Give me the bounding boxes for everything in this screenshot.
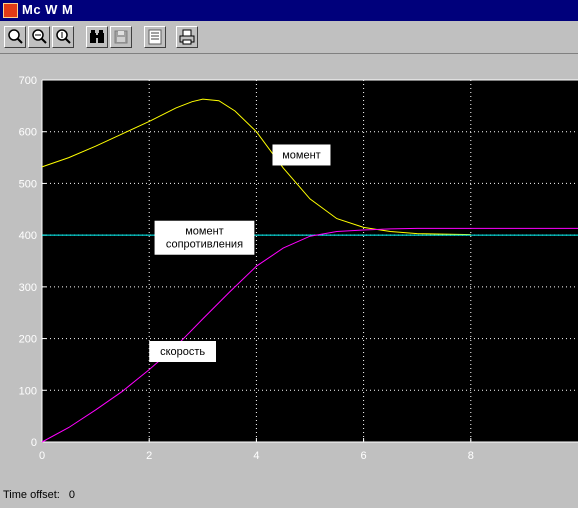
y-tick-label: 0 xyxy=(31,437,37,449)
toolbar xyxy=(0,21,578,54)
print-button[interactable] xyxy=(176,26,198,48)
parameters-icon xyxy=(148,29,162,45)
save-axes-button[interactable] xyxy=(110,26,132,48)
y-tick-label: 100 xyxy=(19,385,37,397)
print-icon xyxy=(179,29,195,45)
time-offset-status: Time offset: 0 xyxy=(3,489,81,501)
annotation-label: скорость xyxy=(160,346,205,358)
autoscale-button[interactable] xyxy=(86,26,108,48)
scope-chart: 0 2 4 6 80100200300400500600700моментмоментс… xyxy=(19,75,578,462)
title-bar: Mc W M xyxy=(0,0,578,21)
zoom-x-icon xyxy=(32,29,47,44)
y-tick-label: 300 xyxy=(19,282,37,294)
x-tick-label: 8 xyxy=(468,450,474,462)
save-axes-icon xyxy=(114,30,128,44)
annotation-label: момент xyxy=(185,226,223,238)
parameters-button[interactable] xyxy=(144,26,166,48)
window-title: Mc W M xyxy=(22,2,74,17)
annotation-label: сопротивления xyxy=(166,239,243,251)
zoom-y-button[interactable] xyxy=(52,26,74,48)
x-tick-label: 6 xyxy=(361,450,367,462)
annotation-label: момент xyxy=(282,149,320,161)
binoculars-icon xyxy=(90,30,104,43)
y-tick-label: 700 xyxy=(19,75,37,87)
x-tick-label: 2 xyxy=(146,450,152,462)
matlab-logo-icon[interactable] xyxy=(3,3,18,18)
time-offset-value: 0 xyxy=(68,489,76,501)
zoom-x-button[interactable] xyxy=(28,26,50,48)
zoom-in-icon xyxy=(8,29,23,44)
x-tick-label: 4 xyxy=(253,450,259,462)
zoom-y-icon xyxy=(56,29,71,44)
y-tick-label: 400 xyxy=(19,230,37,242)
y-tick-label: 500 xyxy=(19,178,37,190)
x-tick-label: 0 xyxy=(39,450,45,462)
y-tick-label: 600 xyxy=(19,127,37,139)
y-tick-label: 200 xyxy=(19,334,37,346)
scope-plot-frame: 0 2 4 6 8 0 100 200 300 400 500 600 700 момент момент с… xyxy=(0,54,578,508)
time-offset-label: Time offset: xyxy=(3,489,60,501)
zoom-in-button[interactable] xyxy=(4,26,26,48)
